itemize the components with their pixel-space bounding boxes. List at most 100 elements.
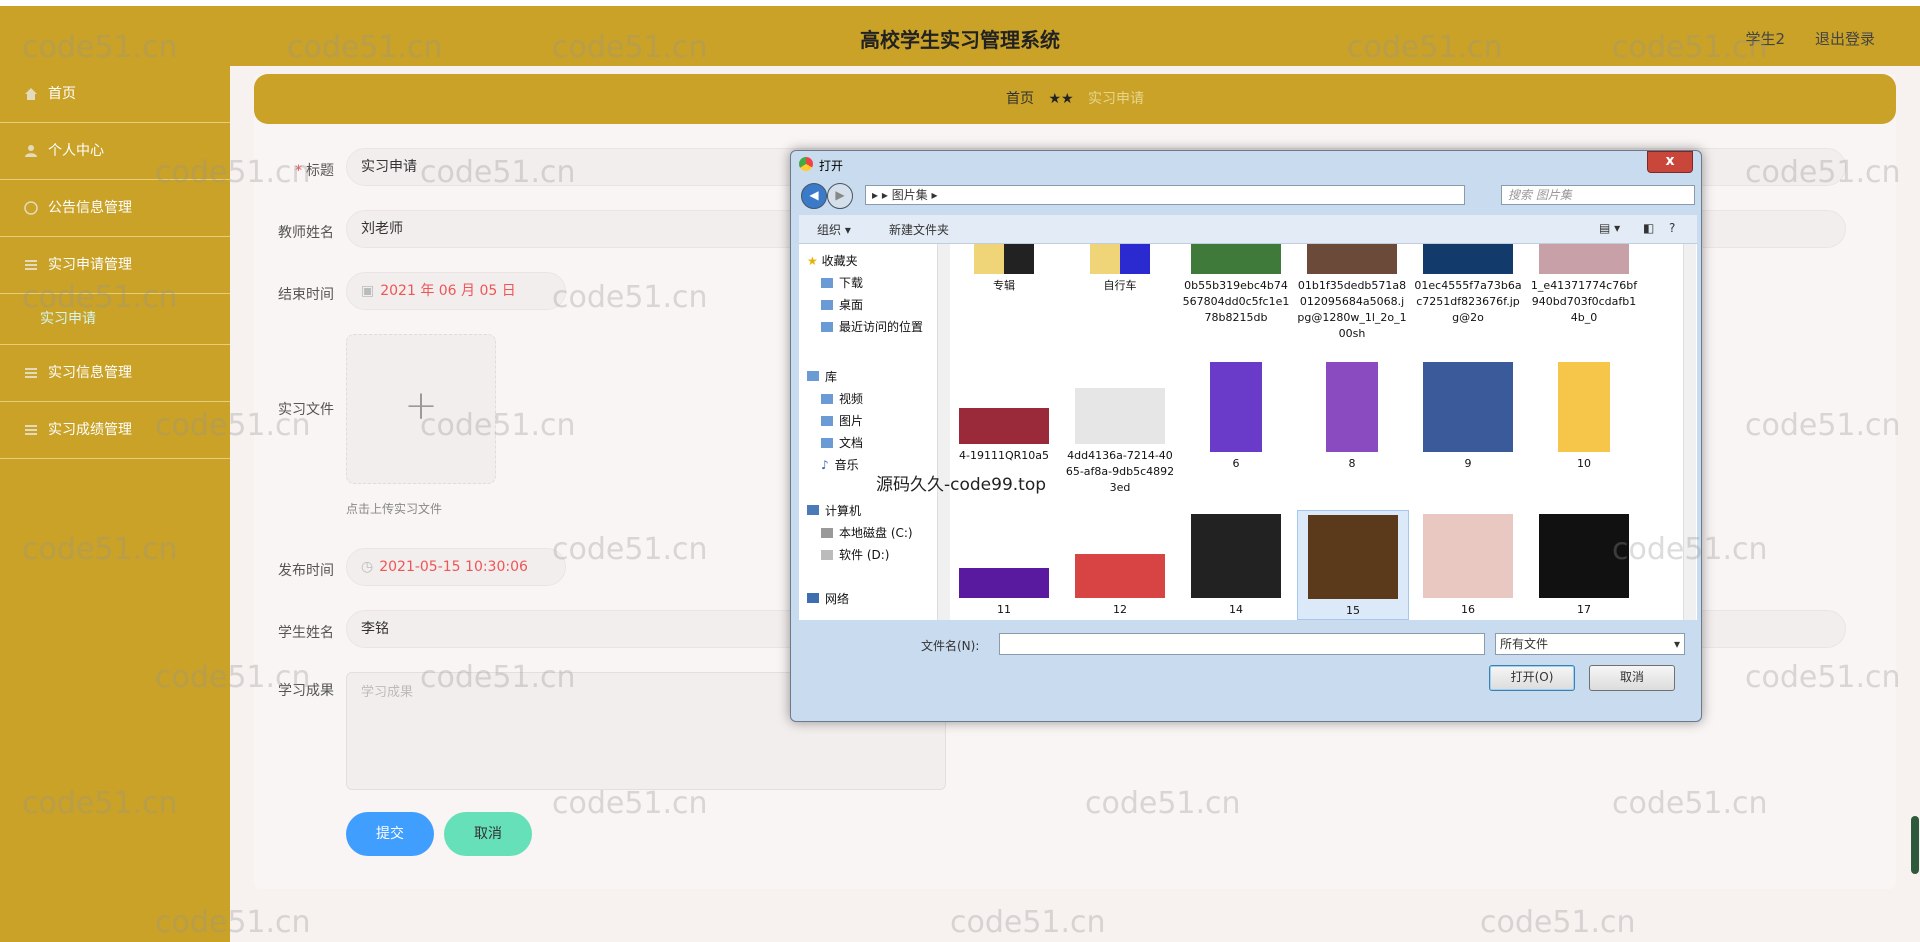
sidebar-item-label: 实习申请管理 xyxy=(48,257,132,273)
nav-library[interactable]: 库 xyxy=(807,368,837,385)
menu-icon xyxy=(25,425,37,435)
image-thumbnail xyxy=(1210,362,1262,452)
search-input[interactable]: 搜索 图片集 xyxy=(1501,185,1695,205)
filename-input[interactable] xyxy=(999,633,1485,655)
upload-hint: 点击上传实习文件 xyxy=(346,502,443,516)
logout-link[interactable]: 退出登录 xyxy=(1815,28,1875,49)
dialog-cancel-button[interactable]: 取消 xyxy=(1589,665,1675,691)
overlay-watermark-text: 源码久久-code99.top xyxy=(876,475,1047,495)
back-arrow-icon[interactable]: ◀ xyxy=(801,183,827,209)
file-item[interactable]: 11 xyxy=(949,514,1059,618)
computer-icon xyxy=(807,505,819,515)
file-item[interactable]: 01ec4555f7a73b6ac7251df823676f.jpg@2o xyxy=(1413,244,1523,326)
file-item[interactable]: 9 xyxy=(1413,362,1523,472)
image-thumbnail xyxy=(1075,554,1165,598)
end-time-picker[interactable]: ▣ 2021 年 06 月 05 日 xyxy=(346,272,566,310)
publish-time-label: 发布时间 xyxy=(278,563,334,579)
address-input[interactable]: ▸ ▸ 图片集 ▸ xyxy=(865,185,1465,205)
file-type-select[interactable]: 所有文件 ▾ xyxy=(1495,633,1685,655)
picture-icon xyxy=(821,416,833,426)
nav-pictures[interactable]: 图片 xyxy=(821,412,863,429)
nav-videos[interactable]: 视频 xyxy=(821,390,863,407)
nav-documents[interactable]: 文档 xyxy=(821,434,863,451)
image-thumbnail xyxy=(1075,388,1165,444)
navigation-pane: ★ 收藏夹 下载 桌面 最近访问的位置 库 视频 图片 文档 ♪ 音乐 计算机 本… xyxy=(799,244,938,620)
folder-icon xyxy=(1090,244,1150,274)
image-thumbnail xyxy=(1308,515,1398,599)
organize-button[interactable]: 组织 ▾ xyxy=(817,221,851,238)
nav-downloads[interactable]: 下载 xyxy=(821,274,863,291)
file-item[interactable]: 16 xyxy=(1413,514,1523,618)
file-item[interactable]: 4dd4136a-7214-4065-af8a-9db5c48923ed xyxy=(1065,362,1175,496)
file-item[interactable]: 4-19111QR10a5 xyxy=(949,362,1059,464)
sidebar-item-label: 首页 xyxy=(48,86,76,102)
breadcrumb-current: 实习申请 xyxy=(1088,91,1144,107)
clock-icon: ◷ xyxy=(361,559,374,575)
breadcrumb-home[interactable]: 首页 xyxy=(1006,91,1034,107)
sidebar-item-info-manage[interactable]: 实习信息管理 xyxy=(0,345,230,402)
file-upload-box[interactable]: + xyxy=(346,334,496,484)
close-button[interactable]: x xyxy=(1647,151,1693,173)
file-item[interactable]: 12 xyxy=(1065,514,1175,618)
file-item[interactable]: 1_e41371774c76bf940bd703f0cdafb14b_0 xyxy=(1529,244,1639,326)
publish-time-picker[interactable]: ◷ 2021-05-15 10:30:06 xyxy=(346,548,566,586)
file-item[interactable]: 01b1f35dedb571a8012095684a5068.jpg@1280w… xyxy=(1297,244,1407,342)
nav-recent[interactable]: 最近访问的位置 xyxy=(821,318,923,335)
page-scrollbar[interactable] xyxy=(1911,816,1919,874)
watermark: code51.cn xyxy=(950,905,1106,940)
forward-arrow-icon[interactable]: ▶ xyxy=(827,183,853,209)
new-folder-button[interactable]: 新建文件夹 xyxy=(889,221,949,238)
sidebar-item-score-manage[interactable]: 实习成绩管理 xyxy=(0,402,230,459)
open-button[interactable]: 打开(O) xyxy=(1489,665,1575,691)
plus-icon: + xyxy=(404,383,438,429)
result-label: 学习成果 xyxy=(278,683,334,699)
nav-favorites[interactable]: ★ 收藏夹 xyxy=(807,252,858,269)
end-time-label: 结束时间 xyxy=(278,287,334,303)
nav-desktop[interactable]: 桌面 xyxy=(821,296,863,313)
disk-icon xyxy=(821,550,833,560)
dialog-footer: 文件名(N): 所有文件 ▾ 打开(O) 取消 xyxy=(799,629,1697,713)
image-thumbnail xyxy=(959,568,1049,598)
file-item[interactable]: 14 xyxy=(1181,514,1291,618)
nav-music[interactable]: ♪ 音乐 xyxy=(821,456,859,473)
chevron-down-icon: ▾ xyxy=(1673,637,1680,651)
help-icon[interactable]: ? xyxy=(1669,221,1675,235)
file-item[interactable]: 10 xyxy=(1529,362,1639,472)
file-item-selected[interactable]: 15 xyxy=(1297,510,1409,620)
file-item[interactable]: 17 xyxy=(1529,514,1639,618)
menu-icon xyxy=(25,368,37,378)
image-thumbnail xyxy=(1423,362,1513,452)
files-scrollbar[interactable] xyxy=(1683,244,1696,620)
home-icon xyxy=(25,88,37,100)
sidebar-item-profile[interactable]: 个人中心 xyxy=(0,123,230,180)
sidebar-item-home[interactable]: 首页 xyxy=(0,66,230,123)
watermark: code51.cn xyxy=(1480,905,1636,940)
nav-computer[interactable]: 计算机 xyxy=(807,502,861,519)
file-item[interactable]: 自行车 xyxy=(1065,244,1175,294)
preview-pane-icon[interactable]: ◧ xyxy=(1643,221,1654,235)
file-open-dialog: 打开 x ◀ ▶ ▸ ▸ 图片集 ▸ 搜索 图片集 组织 ▾ 新建文件夹 ▤ ▾… xyxy=(790,150,1702,722)
view-icon[interactable]: ▤ ▾ xyxy=(1599,221,1620,235)
sidebar-item-label: 实习成绩管理 xyxy=(48,422,132,438)
nav-network[interactable]: 网络 xyxy=(807,590,849,607)
image-thumbnail xyxy=(1326,362,1378,452)
file-item[interactable]: 8 xyxy=(1297,362,1407,472)
sidebar-item-apply-manage[interactable]: 实习申请管理 xyxy=(0,237,230,294)
image-thumbnail xyxy=(1191,244,1281,274)
title-label: * 标题 xyxy=(295,163,334,179)
student-label: 学生姓名 xyxy=(278,625,334,641)
chrome-icon xyxy=(799,157,813,171)
sidebar-subitem-apply[interactable]: 实习申请 xyxy=(0,294,230,345)
file-item[interactable]: 0b55b319ebc4b74567804dd0c5fc1e178b8215db xyxy=(1181,244,1291,326)
cancel-button[interactable]: 取消 xyxy=(444,812,532,856)
file-item[interactable]: 6 xyxy=(1181,362,1291,472)
file-item[interactable]: 专辑 xyxy=(949,244,1059,294)
submit-button[interactable]: 提交 xyxy=(346,812,434,856)
file-label: 实习文件 xyxy=(278,402,334,418)
file-list: 专辑 自行车 0b55b319ebc4b74567804dd0c5fc1e178… xyxy=(949,244,1679,620)
nav-disk-c[interactable]: 本地磁盘 (C:) xyxy=(821,524,913,541)
sidebar: 首页 个人中心 公告信息管理 实习申请管理 实习申请 实习信息管理 实习成绩管理 xyxy=(0,66,230,942)
nav-disk-d[interactable]: 软件 (D:) xyxy=(821,546,889,563)
info-icon xyxy=(24,201,38,215)
sidebar-item-notice[interactable]: 公告信息管理 xyxy=(0,180,230,237)
